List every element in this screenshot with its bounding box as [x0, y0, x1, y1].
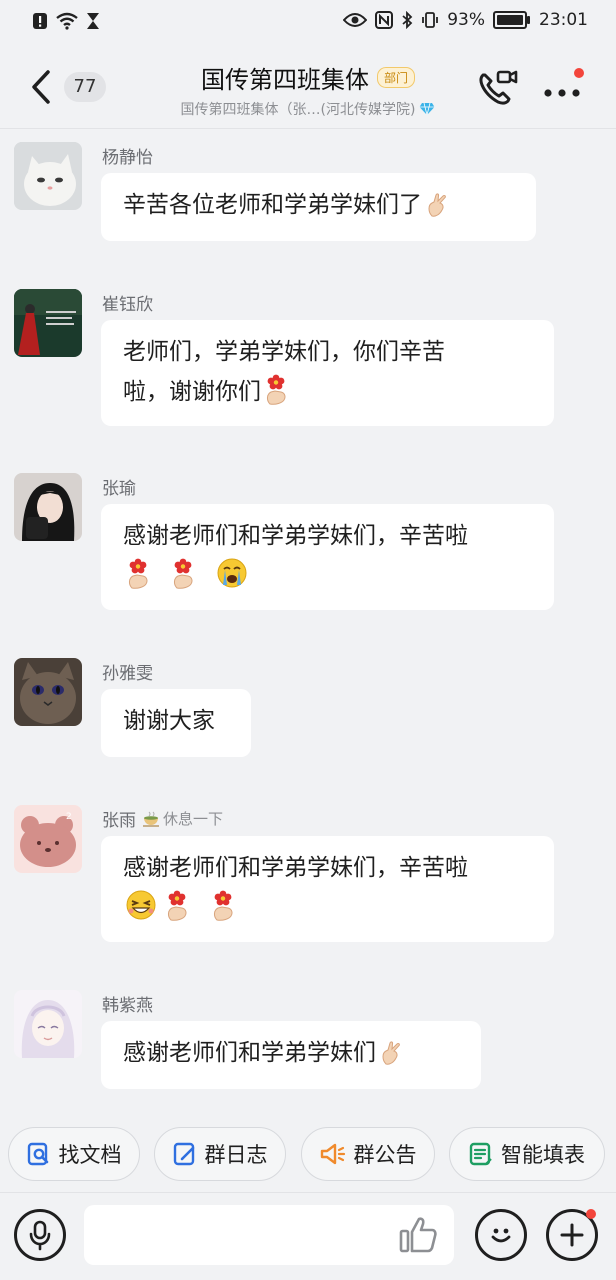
megaphone-icon	[320, 1143, 345, 1165]
user-status: 休息一下	[142, 808, 223, 829]
cat-dark-avatar-image	[14, 658, 82, 726]
sender-name: 孙雅雯	[102, 664, 153, 684]
flower-hand-emoji	[168, 890, 187, 921]
wifi-icon	[56, 12, 78, 30]
status-bar: 93% 23:01	[0, 0, 616, 46]
avatar[interactable]: 2	[14, 805, 82, 873]
sender-name: 杨静怡	[102, 148, 153, 168]
status-left-icons	[32, 12, 100, 30]
bear-avatar-image: 2	[14, 805, 82, 873]
group-log-icon	[173, 1142, 194, 1166]
phone-video-icon	[479, 70, 518, 105]
bluetooth-icon	[402, 11, 413, 29]
cat-avatar-image	[14, 142, 82, 210]
find-document-icon	[27, 1142, 48, 1166]
thumbs-up-button[interactable]	[398, 1215, 440, 1255]
message-list[interactable]: 杨静怡 辛苦各位老师和学弟学妹们了 崔钰欣 老师们，学弟学妹们，你们辛苦 啦，谢…	[0, 129, 616, 1114]
avatar[interactable]	[14, 658, 82, 726]
message-text-line: 啦，谢谢你们	[123, 379, 261, 405]
message-bubble[interactable]: 谢谢大家	[101, 689, 251, 757]
anime-girl-avatar-image	[14, 990, 82, 1058]
chat-header: 77 国传第四班集体 部门 国传第四班集体（张…(河北传媒学院)	[0, 46, 616, 129]
crying-face-emoji	[217, 558, 247, 588]
notification-dot	[574, 68, 584, 78]
message-text: 感谢老师们和学弟学妹们，辛苦啦	[123, 523, 468, 549]
battery-icon	[493, 11, 530, 29]
tea-cup-icon	[143, 811, 159, 827]
group-announcement-button[interactable]: 群公告	[301, 1127, 435, 1181]
sender-name: 韩紫燕	[102, 996, 153, 1016]
chip-label: 群日志	[204, 1143, 268, 1167]
chip-label: 智能填表	[501, 1143, 585, 1167]
red-dress-avatar-image	[14, 289, 82, 357]
hourglass-icon	[87, 13, 99, 29]
message-bubble[interactable]: 感谢老师们和学弟学妹们，辛苦啦	[101, 504, 554, 610]
nfc-icon	[375, 11, 394, 29]
finger-heart-emoji	[428, 193, 446, 217]
flower-hand-emoji	[129, 558, 148, 589]
avatar[interactable]	[14, 142, 82, 210]
back-button[interactable]	[22, 64, 62, 110]
smiley-icon	[491, 1228, 511, 1243]
voice-button[interactable]	[14, 1209, 66, 1261]
laughing-face-emoji	[126, 890, 156, 920]
avatar[interactable]	[14, 473, 82, 541]
battery-percent: 93%	[447, 10, 485, 30]
message-text: 辛苦各位老师和学弟学妹们了	[123, 192, 422, 218]
emoji-button[interactable]	[475, 1209, 527, 1261]
unread-count-badge[interactable]: 77	[64, 72, 106, 102]
avatar[interactable]	[14, 990, 82, 1058]
input-bar	[0, 1192, 616, 1280]
message-bubble[interactable]: 老师们，学弟学妹们，你们辛苦 啦，谢谢你们	[101, 320, 554, 426]
chat-subtitle: 国传第四班集体（张…(河北传媒学院)	[180, 102, 416, 118]
clock: 23:01	[539, 10, 588, 30]
department-badge: 部门	[376, 67, 415, 88]
sender-name: 张瑜	[102, 479, 136, 499]
alert-icon	[33, 13, 47, 29]
quick-actions-bar: 找文档 群日志 群公告 智能填表	[0, 1118, 616, 1192]
chip-label: 群公告	[353, 1143, 417, 1167]
finger-heart-emoji	[382, 1041, 400, 1065]
chevron-left-icon	[32, 70, 50, 104]
message-bubble[interactable]: 辛苦各位老师和学弟学妹们了	[101, 173, 536, 241]
chip-label: 找文档	[58, 1143, 122, 1167]
message-text: 感谢老师们和学弟学妹们	[123, 1040, 376, 1066]
video-call-button[interactable]	[474, 66, 520, 112]
chat-title: 国传第四班集体	[200, 66, 369, 94]
more-options-button[interactable]	[540, 66, 590, 112]
group-log-button[interactable]: 群日志	[154, 1127, 286, 1181]
verified-gem-icon	[419, 102, 435, 116]
message-text-line: 老师们，学弟学妹们，你们辛苦	[123, 339, 445, 365]
title-line: 国传第四班集体 部门	[201, 60, 415, 95]
vibrate-icon	[422, 12, 439, 28]
chat-title-area[interactable]: 国传第四班集体 部门 国传第四班集体（张…(河北传媒学院)	[120, 60, 496, 119]
girl-avatar-image	[14, 473, 82, 541]
thumbs-up-icon	[399, 1217, 437, 1253]
svg-text:2: 2	[66, 812, 72, 822]
status-right-icons: 93% 23:01	[343, 10, 588, 30]
sender-name: 张雨	[102, 811, 136, 831]
flower-hand-emoji	[267, 374, 286, 405]
subtitle-line: 国传第四班集体（张…(河北传媒学院)	[181, 99, 436, 119]
plus-icon	[560, 1223, 584, 1247]
avatar[interactable]	[14, 289, 82, 357]
microphone-icon	[29, 1220, 51, 1251]
user-status-text: 休息一下	[163, 810, 224, 828]
message-text: 谢谢大家	[123, 708, 215, 734]
message-text: 感谢老师们和学弟学妹们，辛苦啦	[123, 855, 468, 881]
find-document-button[interactable]: 找文档	[8, 1127, 140, 1181]
message-bubble[interactable]: 感谢老师们和学弟学妹们，辛苦啦	[101, 836, 554, 942]
flower-hand-emoji	[174, 558, 193, 589]
eye-icon	[343, 13, 368, 27]
smart-form-button[interactable]: 智能填表	[449, 1127, 605, 1181]
flower-hand-emoji	[213, 890, 233, 921]
message-bubble[interactable]: 感谢老师们和学弟学妹们	[101, 1021, 481, 1089]
smart-form-icon	[469, 1142, 492, 1166]
sender-name-row: 张雨 休息一下	[102, 806, 223, 831]
sender-name: 崔钰欣	[102, 295, 153, 315]
notification-dot	[586, 1209, 596, 1219]
